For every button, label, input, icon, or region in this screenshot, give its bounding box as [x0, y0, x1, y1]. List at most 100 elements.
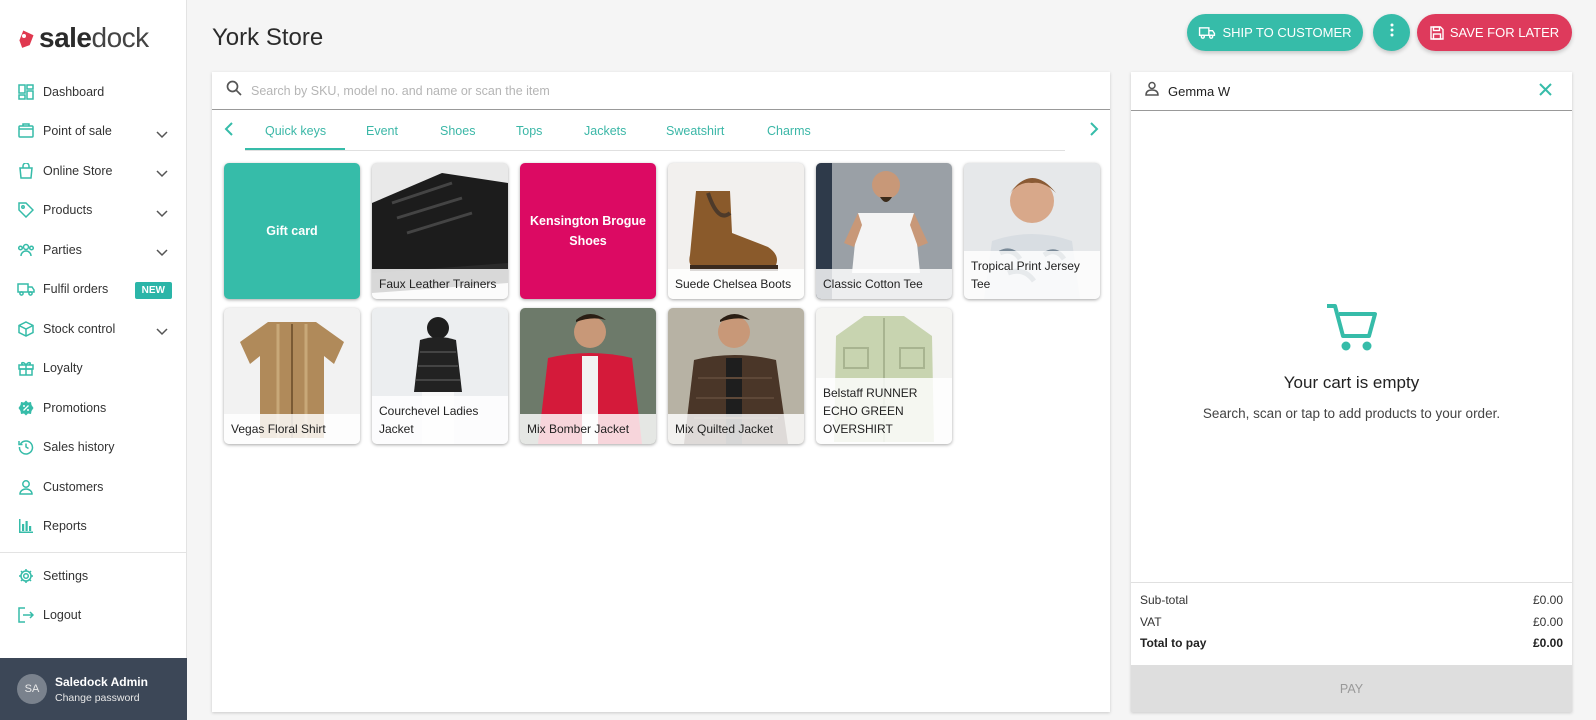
quick-key-courchevel-ladies-jacket[interactable]: Courchevel Ladies Jacket	[372, 308, 508, 444]
quick-key-label: Tropical Print Jersey Tee	[964, 251, 1100, 299]
tab-quick-keys[interactable]: Quick keys	[265, 124, 326, 138]
chevron-down-icon[interactable]	[156, 126, 168, 144]
change-password-link[interactable]: Change password	[55, 692, 148, 704]
bar-chart-icon	[17, 517, 35, 535]
user-footer[interactable]: SA Saledock Admin Change password	[0, 658, 187, 720]
truck-icon	[1198, 26, 1216, 39]
quick-key-faux-leather-trainers[interactable]: Faux Leather Trainers	[372, 163, 508, 299]
sidebar-item-loyalty[interactable]: Loyalty	[0, 349, 186, 389]
more-options-button[interactable]	[1373, 14, 1410, 51]
sidebar-item-sales-history[interactable]: Sales history	[0, 428, 186, 468]
tab-shoes[interactable]: Shoes	[440, 124, 475, 138]
tabs-scroll-left-icon[interactable]	[224, 122, 234, 141]
quick-key-vegas-floral-shirt[interactable]: Vegas Floral Shirt	[224, 308, 360, 444]
sidebar-item-point-of-sale[interactable]: Point of sale	[0, 112, 186, 152]
ship-to-customer-button[interactable]: SHIP TO CUSTOMER	[1187, 14, 1363, 51]
category-tabs: Quick keys Event Shoes Tops Jackets Swea…	[245, 110, 1065, 151]
tabs-scroll-right-icon[interactable]	[1089, 122, 1099, 141]
sidebar-item-label: Point of sale	[43, 124, 112, 139]
sidebar-nav: Dashboard Point of sale Online Store Pro…	[0, 72, 186, 635]
truck-icon	[17, 280, 35, 298]
chevron-down-icon[interactable]	[156, 244, 168, 262]
tab-sweatshirt[interactable]: Sweatshirt	[666, 124, 724, 138]
sidebar-item-label: Settings	[43, 568, 89, 583]
active-tab-indicator	[245, 148, 345, 150]
sidebar-item-settings[interactable]: Settings	[0, 556, 186, 596]
quick-key-mix-bomber-jacket[interactable]: Mix Bomber Jacket	[520, 308, 656, 444]
category-tabs-bar: Quick keys Event Shoes Tops Jackets Swea…	[212, 110, 1110, 151]
quick-key-label: Mix Bomber Jacket	[520, 414, 656, 444]
sidebar-item-dashboard[interactable]: Dashboard	[0, 72, 186, 112]
total-row: Total to pay £0.00	[1140, 636, 1563, 658]
sidebar-item-label: Logout	[43, 608, 82, 623]
sidebar-item-fulfil-orders[interactable]: Fulfil orders NEW	[0, 270, 186, 310]
quick-key-label: Suede Chelsea Boots	[668, 269, 804, 299]
cart-panel: Gemma W Your cart is empty Search, scan …	[1131, 72, 1572, 712]
close-icon[interactable]	[1539, 83, 1552, 101]
people-icon	[17, 241, 35, 259]
tab-event[interactable]: Event	[366, 124, 398, 138]
saledock-logo[interactable]: saledock	[16, 22, 149, 54]
sidebar-item-label: Sales history	[43, 440, 115, 455]
tab-charms[interactable]: Charms	[767, 124, 811, 138]
sidebar-item-logout[interactable]: Logout	[0, 596, 186, 636]
sidebar-item-label: Stock control	[43, 321, 116, 336]
sidebar-item-customers[interactable]: Customers	[0, 467, 186, 507]
empty-cart-state: Your cart is empty Search, scan or tap t…	[1131, 302, 1572, 421]
more-vertical-icon	[1390, 23, 1394, 42]
tab-tops[interactable]: Tops	[516, 124, 542, 138]
quick-key-label: Gift card	[266, 224, 318, 238]
quick-key-belstaff-runner-echo-green-overshirt[interactable]: Belstaff RUNNER ECHO GREEN OVERSHIRT	[816, 308, 952, 444]
cart-totals: Sub-total £0.00 VAT £0.00 Total to pay £…	[1131, 582, 1572, 658]
quick-key-label: Courchevel Ladies Jacket	[372, 396, 508, 444]
quick-key-label: Mix Quilted Jacket	[668, 414, 804, 444]
save-for-later-button[interactable]: SAVE FOR LATER	[1417, 14, 1572, 51]
chevron-down-icon[interactable]	[156, 165, 168, 183]
quick-key-label: Kensington Brogue Shoes	[530, 214, 646, 248]
quick-key-suede-chelsea-boots[interactable]: Suede Chelsea Boots	[668, 163, 804, 299]
empty-cart-subtitle: Search, scan or tap to add products to y…	[1202, 406, 1501, 421]
subtotal-label: Sub-total	[1140, 593, 1189, 607]
history-icon	[17, 438, 35, 456]
sidebar-item-label: Products	[43, 203, 93, 218]
chevron-down-icon[interactable]	[156, 323, 168, 341]
logout-icon	[17, 606, 35, 624]
sidebar-item-reports[interactable]: Reports	[0, 507, 186, 547]
logo-text-rest: dock	[91, 22, 150, 53]
sidebar: saledock Dashboard Point of sale Online …	[0, 0, 187, 720]
quick-key-classic-cotton-tee[interactable]: Classic Cotton Tee	[816, 163, 952, 299]
sidebar-item-online-store[interactable]: Online Store	[0, 151, 186, 191]
sidebar-item-parties[interactable]: Parties	[0, 230, 186, 270]
cart-customer-bar[interactable]: Gemma W	[1131, 72, 1572, 111]
quick-key-gift-card[interactable]: Gift card	[224, 163, 360, 299]
shopping-cart-icon	[1325, 304, 1379, 358]
quick-key-mix-quilted-jacket[interactable]: Mix Quilted Jacket	[668, 308, 804, 444]
sidebar-item-label: Loyalty	[43, 361, 83, 376]
quick-key-label: Vegas Floral Shirt	[224, 414, 360, 444]
sidebar-divider	[0, 552, 186, 553]
ship-to-customer-label: SHIP TO CUSTOMER	[1222, 25, 1352, 40]
quick-key-tropical-print-jersey-tee[interactable]: Tropical Print Jersey Tee	[964, 163, 1100, 299]
pay-button[interactable]: PAY	[1131, 665, 1572, 712]
quick-key-label: Belstaff RUNNER ECHO GREEN OVERSHIRT	[816, 378, 952, 444]
sidebar-item-stock-control[interactable]: Stock control	[0, 309, 186, 349]
avatar: SA	[17, 674, 47, 704]
sidebar-item-label: Reports	[43, 519, 87, 534]
quick-key-kensington-brogue-shoes[interactable]: Kensington Brogue Shoes	[520, 163, 656, 299]
person-icon	[17, 478, 35, 496]
sidebar-item-products[interactable]: Products	[0, 191, 186, 231]
sidebar-item-label: Parties	[43, 242, 82, 257]
tab-jackets[interactable]: Jackets	[584, 124, 626, 138]
chevron-down-icon[interactable]	[156, 205, 168, 223]
logo-tag-icon	[16, 28, 36, 48]
sidebar-item-label: Promotions	[43, 400, 107, 415]
empty-cart-title: Your cart is empty	[1283, 373, 1420, 392]
sidebar-item-promotions[interactable]: Promotions	[0, 388, 186, 428]
sidebar-item-label: Fulfil orders	[43, 282, 109, 297]
logo-text-bold: sale	[39, 22, 92, 53]
save-for-later-label: SAVE FOR LATER	[1449, 25, 1560, 40]
product-search-input[interactable]	[251, 83, 851, 98]
percent-badge-icon	[17, 399, 35, 417]
product-search-bar	[212, 72, 1110, 110]
gift-icon	[17, 359, 35, 377]
